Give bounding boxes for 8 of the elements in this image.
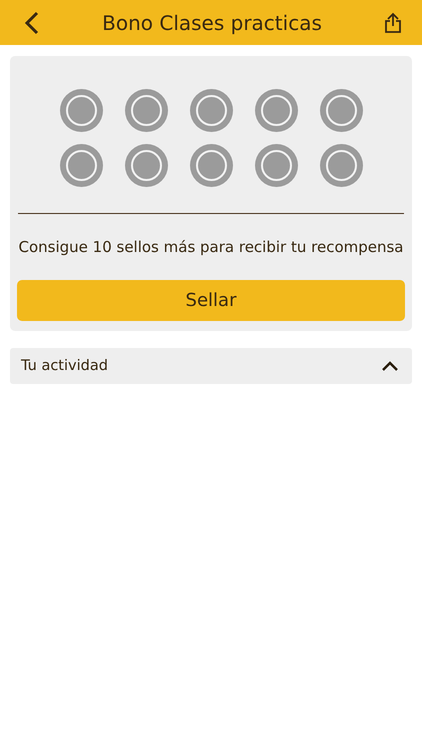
- reward-message: Consigue 10 sellos más para recibir tu recompensa: [17, 238, 404, 256]
- back-icon[interactable]: [24, 10, 40, 34]
- chevron-icon: [381, 360, 399, 372]
- activity-label: Tu actividad: [21, 358, 108, 374]
- stamp-button[interactable]: Sellar: [17, 280, 405, 321]
- share-icon[interactable]: [384, 12, 402, 34]
- activity-header[interactable]: Tu actividad: [10, 348, 412, 384]
- page-title: Bono Clases practicas: [102, 10, 322, 34]
